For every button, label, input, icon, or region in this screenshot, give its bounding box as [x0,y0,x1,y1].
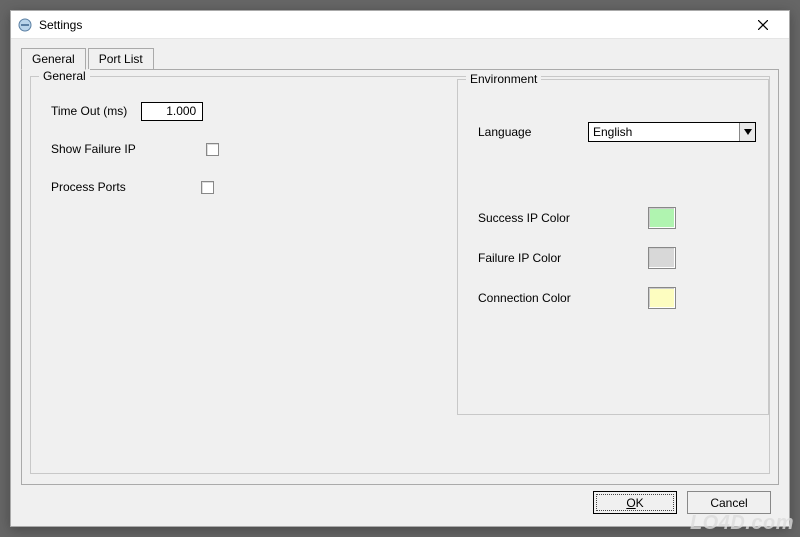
close-icon [758,20,768,30]
show-failure-ip-row: Show Failure IP [51,139,219,159]
timeout-input[interactable] [141,102,203,121]
cancel-button[interactable]: Cancel [687,491,771,514]
failure-color-row: Failure IP Color [478,248,676,268]
cancel-label: Cancel [710,496,747,510]
failure-ip-color-label: Failure IP Color [478,251,648,265]
settings-window: Settings General Port List General Time … [10,10,790,527]
ok-label: OK [626,496,643,510]
success-ip-color-swatch[interactable] [648,207,676,229]
environment-groupbox: Environment Language English Success IP … [457,79,769,415]
language-combobox[interactable]: English [588,122,756,142]
tab-label: Port List [99,52,143,66]
show-failure-ip-label: Show Failure IP [51,142,136,156]
button-bar: OK Cancel [593,491,771,514]
ok-button[interactable]: OK [593,491,677,514]
success-color-row: Success IP Color [478,208,676,228]
process-ports-label: Process Ports [51,180,126,194]
connection-color-swatch[interactable] [648,287,676,309]
success-ip-color-label: Success IP Color [478,211,648,225]
language-value: English [593,125,739,139]
timeout-label: Time Out (ms) [51,104,127,118]
client-area: General Port List General Time Out (ms) … [11,39,789,526]
tab-label: General [32,52,75,66]
tab-general[interactable]: General [21,48,86,70]
chevron-down-icon [739,123,755,141]
tab-panel-general: General Time Out (ms) Show Failure IP Pr… [21,69,779,485]
connection-color-label: Connection Color [478,291,648,305]
show-failure-ip-checkbox[interactable] [206,143,219,156]
process-ports-checkbox[interactable] [201,181,214,194]
process-ports-row: Process Ports [51,177,214,197]
tab-port-list[interactable]: Port List [88,48,154,69]
timeout-row: Time Out (ms) [51,101,203,121]
failure-ip-color-swatch[interactable] [648,247,676,269]
language-label: Language [478,125,588,139]
connection-color-row: Connection Color [478,288,676,308]
language-row: Language English [478,122,758,142]
general-legend: General [39,69,90,83]
titlebar: Settings [11,11,789,39]
close-button[interactable] [743,13,783,37]
environment-legend: Environment [466,72,541,86]
window-title: Settings [39,18,743,32]
general-groupbox: General Time Out (ms) Show Failure IP Pr… [30,76,770,474]
tab-strip: General Port List [21,47,779,69]
app-icon [17,17,33,33]
